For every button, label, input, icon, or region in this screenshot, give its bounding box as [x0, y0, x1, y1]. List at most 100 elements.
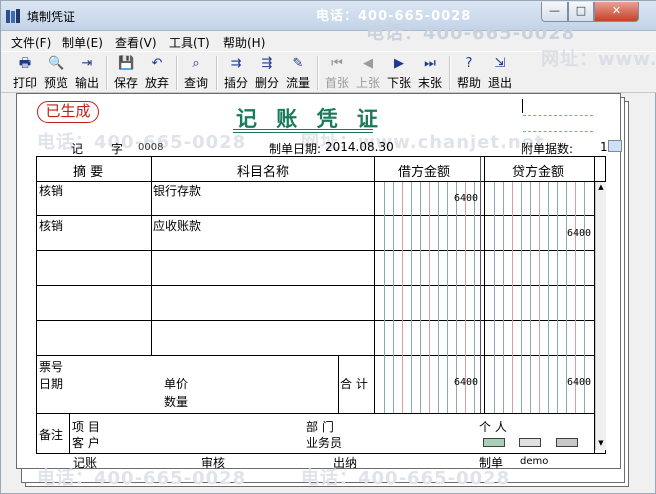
grid-line: [37, 413, 595, 414]
digit-line: [521, 182, 522, 413]
column-header-debit: 借方金额: [398, 165, 451, 180]
export-button[interactable]: ⇥ 输出: [72, 54, 102, 92]
date-label: 制单日期:: [269, 142, 322, 156]
entry-account[interactable]: 应收账款: [153, 217, 201, 234]
attachments-count[interactable]: 1: [600, 140, 608, 154]
title-watermark: 电话：400-665-0028: [316, 9, 472, 24]
bookkeeping-label: 记账: [73, 456, 98, 470]
first-record-button[interactable]: ⏮ 首张: [322, 54, 352, 92]
last-record-button[interactable]: ⏭ 末张: [415, 54, 445, 92]
save-button[interactable]: 💾 保存: [111, 54, 141, 92]
department-label: 部 门: [306, 420, 334, 434]
menu-make[interactable]: 制单(E): [62, 34, 103, 51]
person-label: 个 人: [479, 420, 507, 434]
digit-line: [429, 182, 430, 413]
preview-button[interactable]: 🔍 预览: [41, 54, 71, 92]
menu-tools[interactable]: 工具(T): [169, 34, 210, 51]
printer-icon: 🖶: [18, 56, 32, 71]
voucher-type[interactable]: 记: [71, 140, 83, 157]
total-label: 合 计: [340, 377, 368, 391]
help-button[interactable]: ? 帮助: [454, 54, 484, 92]
grid-line: [69, 413, 70, 453]
discard-button[interactable]: ↶ 放弃: [142, 54, 172, 92]
delete-entry-button[interactable]: ⇶ 删分: [252, 54, 282, 92]
digit-line: [494, 182, 495, 413]
menu-view[interactable]: 查看(V): [115, 34, 157, 51]
minimize-button[interactable]: —: [541, 2, 568, 22]
previous-record-icon: ◀: [363, 56, 373, 71]
scroll-down-arrow[interactable]: ▼: [596, 438, 606, 449]
digit-line: [557, 182, 558, 413]
export-icon: ⇥: [81, 56, 93, 71]
insert-entry-button[interactable]: ⇉ 插分: [221, 54, 251, 92]
grid-line: [37, 181, 605, 182]
digit-line: [393, 182, 394, 413]
cash-flow-button[interactable]: ✎ 流量: [283, 54, 313, 92]
digit-line: [438, 182, 439, 413]
close-button[interactable]: ✕: [594, 2, 639, 22]
cash-flow-icon: ✎: [292, 56, 304, 71]
quantity-label: 数量: [164, 395, 189, 409]
review-label: 审核: [201, 456, 226, 470]
voucher-number[interactable]: 0008: [138, 142, 163, 153]
last-record-icon: ⏭: [424, 56, 436, 71]
window-title: 填制凭证: [27, 10, 76, 24]
digit-line: [512, 182, 513, 413]
save-icon: 💾: [118, 56, 135, 71]
voucher-date[interactable]: 2014.08.30: [325, 140, 394, 154]
title-bar: 填制凭证 电话：400-665-0028 — □ ✕: [1, 1, 656, 31]
toolbar-separator: [317, 56, 319, 90]
grid-line: [484, 157, 485, 413]
entry-credit[interactable]: 6400: [567, 228, 591, 239]
digit-line: [447, 182, 448, 413]
help-icon: ?: [465, 56, 473, 71]
entry-summary[interactable]: 核销: [39, 182, 63, 199]
bill-number-label: 票号: [39, 360, 64, 374]
print-button[interactable]: 🖶 打印: [10, 54, 40, 92]
undo-icon: ↶: [151, 56, 163, 71]
line-entry-icon[interactable]: [556, 438, 578, 447]
grid-line: [151, 157, 152, 355]
customer-label: 客 户: [72, 436, 100, 450]
scroll-up-arrow[interactable]: ▲: [596, 182, 606, 193]
toolbar-separator: [449, 56, 451, 90]
next-record-icon: ▶: [394, 56, 404, 71]
menu-file[interactable]: 文件(F): [11, 34, 51, 51]
entry-summary[interactable]: 核销: [39, 217, 63, 234]
entry-account[interactable]: 银行存款: [153, 182, 201, 199]
supplementary-info-icon[interactable]: [483, 438, 505, 447]
column-header-credit: 贷方金额: [512, 165, 565, 180]
grid-line: [374, 157, 375, 413]
total-debit: 6400: [454, 377, 479, 388]
unit-price-label: 单价: [164, 377, 189, 391]
digit-line: [503, 182, 504, 413]
toolbar-separator: [106, 56, 108, 90]
record-card-icon[interactable]: [519, 438, 541, 447]
maximize-button[interactable]: □: [568, 2, 594, 22]
attachment-lookup-button[interactable]: [608, 140, 622, 152]
text-cursor: [522, 99, 523, 113]
app-books-icon: [6, 9, 20, 23]
digit-line: [402, 182, 403, 413]
grid-scrollbar[interactable]: ▲ ▼: [595, 182, 606, 450]
exit-button[interactable]: ⇲ 退出: [485, 54, 515, 92]
next-record-button[interactable]: ▶ 下张: [384, 54, 414, 92]
preview-icon: 🔍: [48, 56, 65, 71]
insert-entry-icon: ⇉: [230, 56, 242, 71]
previous-record-button[interactable]: ◀ 上张: [353, 54, 383, 92]
digit-line: [420, 182, 421, 413]
menu-help[interactable]: 帮助(H): [223, 34, 265, 51]
title-underline: [233, 132, 373, 133]
entry-debit[interactable]: 6400: [454, 193, 478, 204]
staff-label: 业务员: [306, 436, 343, 450]
digit-line: [480, 157, 481, 413]
digit-line: [548, 182, 549, 413]
voucher-window: 填制凭证 电话：400-665-0028 — □ ✕ 文件(F) 制单(E) 查…: [0, 0, 656, 494]
title-underline: [233, 129, 373, 130]
query-button[interactable]: ⌕ 查询: [181, 54, 211, 92]
toolbar-separator: [216, 56, 218, 90]
digit-line: [539, 182, 540, 413]
column-header-summary: 摘 要: [73, 165, 104, 180]
exit-icon: ⇲: [494, 56, 506, 71]
remarks-label: 备注: [39, 428, 64, 442]
